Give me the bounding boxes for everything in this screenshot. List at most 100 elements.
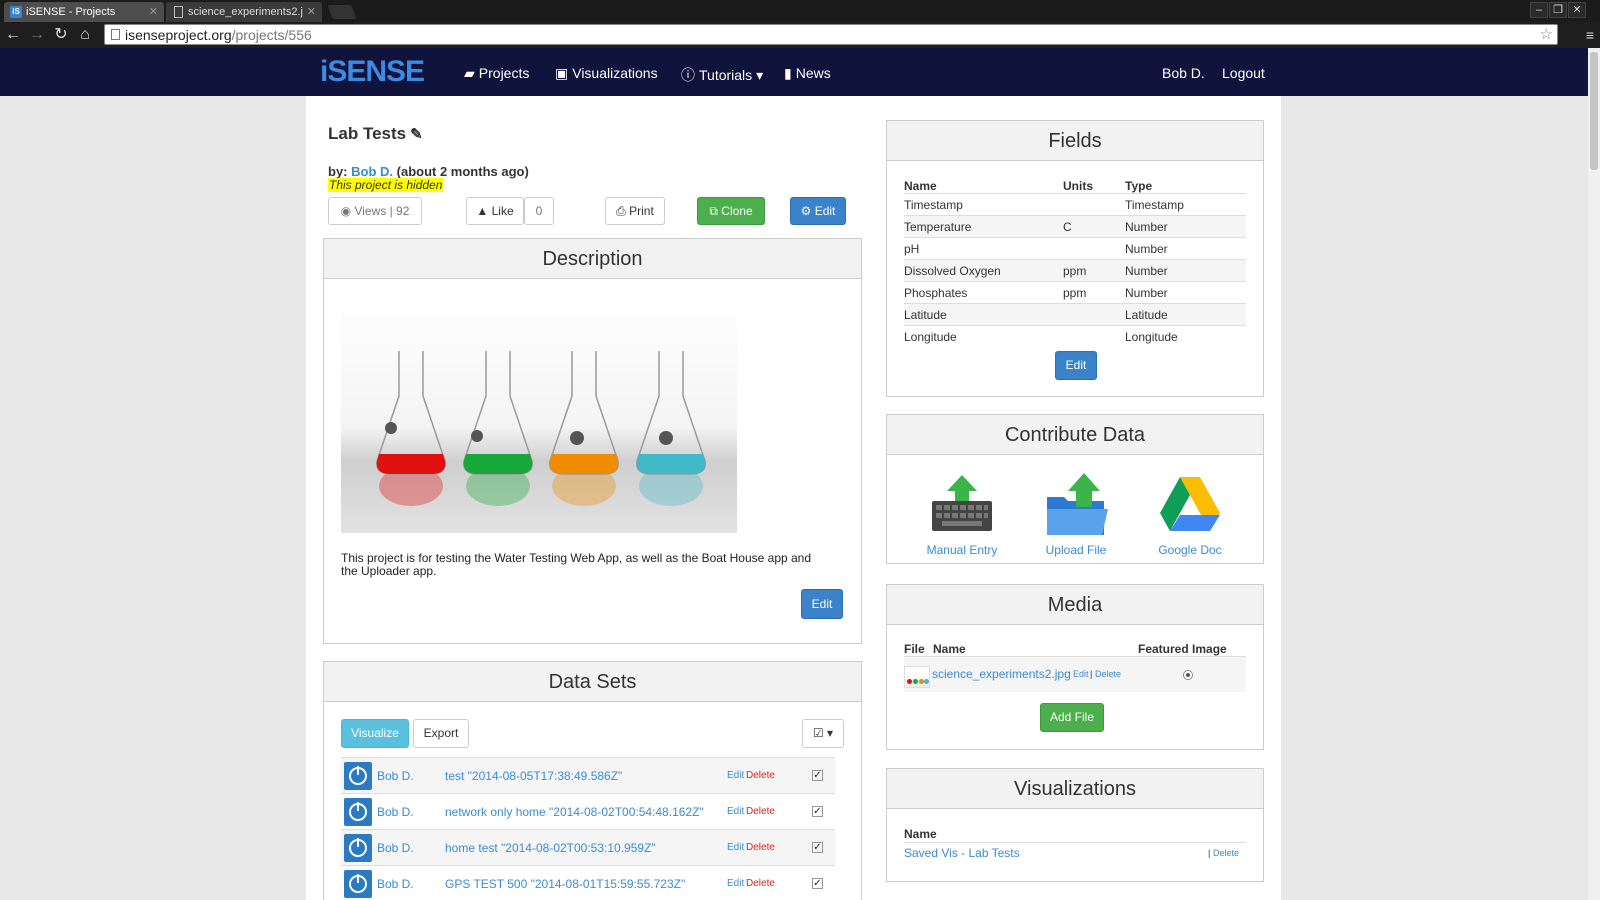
print-button[interactable]: ⎙ Print [605, 197, 665, 225]
nav-projects[interactable]: ▰ Projects [464, 65, 529, 82]
google-doc-label[interactable]: Google Doc [1140, 543, 1240, 557]
media-file-name[interactable]: science_experiments2.jpg [932, 667, 1071, 681]
tab-isense-projects[interactable]: iS iSENSE - Projects ✕ [4, 2, 164, 22]
field-row: Longitude Longitude [904, 325, 1246, 347]
field-name: Latitude [904, 308, 947, 322]
page-scrollbar[interactable] [1588, 48, 1600, 900]
field-units: C [1063, 220, 1072, 234]
edit-fields-button[interactable]: Edit [1055, 351, 1097, 380]
field-type: Timestamp [1125, 198, 1184, 212]
dataset-edit-link[interactable]: Edit [727, 806, 744, 817]
google-doc-button[interactable]: Google Doc [1140, 473, 1240, 557]
close-icon[interactable]: ✕ [149, 5, 158, 18]
visualize-button[interactable]: Visualize [341, 719, 409, 748]
dataset-delete-link[interactable]: Delete [746, 770, 775, 781]
vis-row: Saved Vis - Lab Tests | Delete [904, 842, 1246, 864]
media-header-featured: Featured Image [1138, 642, 1227, 656]
nav-visualizations[interactable]: ▣ Visualizations [555, 65, 658, 82]
bookmark-star-icon[interactable]: ☆ [1540, 25, 1553, 43]
dataset-edit-link[interactable]: Edit [727, 878, 744, 889]
dataset-user[interactable]: Bob D. [377, 877, 414, 891]
field-type: Number [1125, 286, 1168, 300]
page-icon [111, 29, 120, 40]
close-window-icon[interactable]: ✕ [1568, 2, 1586, 18]
flasks-illustration [376, 351, 706, 506]
field-row: Dissolved Oxygen ppm Number [904, 259, 1246, 281]
select-all-dropdown[interactable]: ☑ ▾ [802, 719, 844, 748]
isense-logo[interactable]: iSENSE [320, 55, 425, 89]
field-type: Number [1125, 264, 1168, 278]
featured-image-radio[interactable] [1183, 670, 1193, 680]
fields-heading: Fields [887, 121, 1263, 161]
vis-separator: | [1208, 848, 1211, 858]
dataset-name[interactable]: GPS TEST 500 "2014-08-01T15:59:55.723Z" [445, 877, 685, 891]
restore-icon[interactable]: ❐ [1549, 2, 1567, 18]
media-delete-link[interactable]: Delete [1095, 669, 1121, 679]
like-button[interactable]: ▲ Like [466, 197, 524, 225]
dataset-name[interactable]: network only home "2014-08-02T00:54:48.1… [445, 805, 704, 819]
user-avatar-icon [344, 870, 372, 898]
clone-button[interactable]: ⧉ Clone [697, 197, 765, 225]
dataset-checkbox[interactable]: ✓ [812, 770, 823, 781]
dataset-name[interactable]: home test "2014-08-02T00:53:10.959Z" [445, 841, 656, 855]
edit-title-icon[interactable]: ✎ [410, 126, 423, 143]
field-name: Phosphates [904, 286, 968, 300]
hidden-note: This project is hidden [328, 178, 444, 192]
manual-entry-button[interactable]: Manual Entry [912, 473, 1012, 557]
dataset-row: Bob D. home test "2014-08-02T00:53:10.95… [341, 829, 835, 865]
address-bar[interactable]: isenseproject.org/projects/556 ☆ [104, 24, 1558, 45]
new-tab-button[interactable] [327, 5, 357, 19]
browser-menu-icon[interactable]: ≡ [1586, 27, 1594, 43]
field-name: Longitude [904, 330, 957, 344]
nav-news[interactable]: ▮ News [784, 65, 831, 82]
dataset-checkbox[interactable]: ✓ [812, 878, 823, 889]
edit-description-button[interactable]: Edit [801, 589, 843, 619]
vis-header-name: Name [904, 827, 937, 841]
upload-file-button[interactable]: Upload File [1026, 473, 1126, 557]
close-icon[interactable]: ✕ [307, 5, 316, 18]
forward-arrow-icon[interactable]: → [28, 26, 46, 44]
gear-icon: ⚙ [800, 204, 812, 218]
nav-logout[interactable]: Logout [1222, 65, 1265, 81]
home-icon[interactable]: ⌂ [76, 26, 94, 44]
vis-delete-link[interactable]: Delete [1213, 848, 1239, 858]
dataset-checkbox[interactable]: ✓ [812, 842, 823, 853]
export-button[interactable]: Export [413, 719, 469, 748]
vis-name-link[interactable]: Saved Vis - Lab Tests [904, 846, 1020, 860]
nav-tutorials[interactable]: ⓘ Tutorials ▾ [681, 65, 763, 85]
back-arrow-icon[interactable]: ← [4, 26, 22, 44]
dataset-user[interactable]: Bob D. [377, 769, 414, 783]
upload-file-label[interactable]: Upload File [1026, 543, 1126, 557]
minimize-icon[interactable]: – [1530, 2, 1548, 18]
nav-user[interactable]: Bob D. [1162, 65, 1205, 81]
tab-science-image[interactable]: science_experiments2.j ✕ [166, 2, 322, 22]
manual-entry-label[interactable]: Manual Entry [912, 543, 1012, 557]
reload-icon[interactable]: ↻ [52, 26, 70, 44]
edit-project-button[interactable]: ⚙ Edit [790, 197, 846, 225]
field-units: ppm [1063, 286, 1087, 300]
scrollbar-thumb[interactable] [1590, 52, 1598, 170]
dataset-name[interactable]: test "2014-08-05T17:38:49.586Z" [445, 769, 622, 783]
field-type: Number [1125, 242, 1168, 256]
user-avatar-icon [344, 762, 372, 790]
dataset-user[interactable]: Bob D. [377, 841, 414, 855]
media-edit-link[interactable]: Edit [1073, 669, 1089, 679]
dataset-delete-link[interactable]: Delete [746, 842, 775, 853]
field-row: Timestamp Timestamp [904, 193, 1246, 215]
dataset-delete-link[interactable]: Delete [746, 806, 775, 817]
dataset-edit-link[interactable]: Edit [727, 770, 744, 781]
visualizations-heading: Visualizations [887, 769, 1263, 809]
author-link[interactable]: Bob D. [351, 164, 393, 179]
field-row: Phosphates ppm Number [904, 281, 1246, 303]
dataset-checkbox[interactable]: ✓ [812, 806, 823, 817]
dataset-user[interactable]: Bob D. [377, 805, 414, 819]
dataset-delete-link[interactable]: Delete [746, 878, 775, 889]
datasets-heading: Data Sets [324, 662, 861, 702]
add-file-button[interactable]: Add File [1040, 703, 1104, 732]
fields-panel: Fields Name Units Type Timestamp Timesta… [886, 120, 1264, 397]
field-units: ppm [1063, 264, 1087, 278]
eye-icon: ◉ [340, 204, 352, 218]
media-thumbnail[interactable] [904, 666, 930, 688]
field-name: Dissolved Oxygen [904, 264, 1001, 278]
dataset-edit-link[interactable]: Edit [727, 842, 744, 853]
